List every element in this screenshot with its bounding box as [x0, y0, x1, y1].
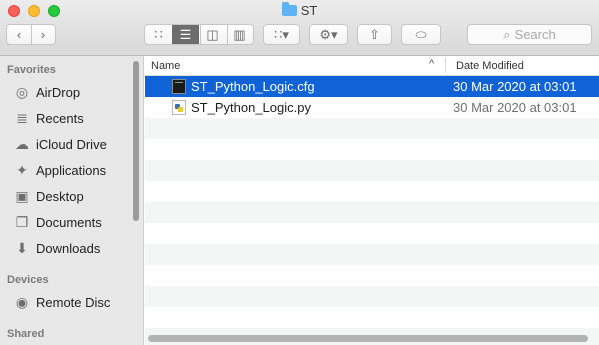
file-rows: ST_Python_Logic.cfg 30 Mar 2020 at 03:01…: [145, 76, 599, 345]
list-view-icon: ☰: [179, 27, 192, 42]
sidebar-heading-devices: Devices: [7, 274, 49, 286]
file-list: Name ^ Date Modified ST_Python_Logic.cfg…: [145, 56, 599, 345]
sidebar-scrollbar[interactable]: [133, 61, 139, 221]
sidebar-item-documents[interactable]: ❐ Documents: [14, 212, 102, 232]
gallery-view-button[interactable]: ▥: [226, 25, 253, 44]
empty-row: [145, 160, 599, 181]
share-icon: ⇧: [369, 27, 380, 42]
search-field[interactable]: ⌕ Search: [467, 24, 592, 45]
forward-button[interactable]: ›: [31, 25, 55, 44]
action-menu-button[interactable]: ⚙▾: [309, 24, 348, 45]
sidebar-item-label: Remote Disc: [36, 295, 111, 310]
empty-row: [145, 202, 599, 223]
desktop-icon: ▣: [15, 188, 29, 204]
sidebar-item-label: Applications: [36, 163, 107, 178]
column-header-name[interactable]: Name: [151, 60, 180, 72]
tag-icon: ⬭: [415, 27, 427, 42]
search-icon: ⌕: [503, 27, 511, 42]
file-name: ST_Python_Logic.py: [191, 100, 311, 115]
empty-row: [145, 244, 599, 265]
title-bar: ST ‹ › ∷ ☰ ◫ ▥ ∷▾ ⚙▾ ⇧ ⬭ ⌕ Search: [0, 0, 599, 56]
sidebar: Favorites ◎ AirDrop ≣ Recents ☁ iCloud Driv…: [0, 56, 144, 345]
file-date-modified: 30 Mar 2020 at 03:01: [453, 79, 577, 94]
window-title: ST: [0, 2, 599, 20]
folder-icon: [281, 2, 297, 16]
column-header: Name ^ Date Modified: [145, 56, 599, 76]
sidebar-item-label: Documents: [36, 215, 102, 230]
icon-view-button[interactable]: ∷: [145, 25, 172, 44]
empty-row: [145, 181, 599, 202]
gallery-view-icon: ▥: [233, 27, 246, 42]
cloud-icon: ☁: [15, 136, 29, 152]
sidebar-item-remote-disc[interactable]: ◉ Remote Disc: [14, 292, 111, 312]
airdrop-icon: ◎: [15, 84, 29, 100]
downloads-icon: ⬇: [16, 240, 28, 256]
sidebar-item-recents[interactable]: ≣ Recents: [14, 108, 84, 128]
sort-ascending-icon: ^: [429, 58, 435, 70]
empty-row: [145, 139, 599, 160]
sidebar-heading-favorites: Favorites: [7, 64, 56, 76]
chevron-right-icon: ›: [40, 27, 46, 42]
search-placeholder: Search: [514, 27, 556, 42]
column-header-date-modified[interactable]: Date Modified: [456, 60, 524, 72]
empty-row: [145, 307, 599, 328]
sidebar-item-label: Downloads: [36, 241, 101, 256]
navigation-buttons: ‹ ›: [6, 24, 56, 45]
empty-row: [145, 265, 599, 286]
file-date-modified: 30 Mar 2020 at 03:01: [453, 100, 577, 115]
tags-button[interactable]: ⬭: [401, 24, 441, 45]
list-view-button[interactable]: ☰: [172, 25, 199, 44]
window-title-text: ST: [300, 3, 318, 18]
icon-view-icon: ∷: [154, 27, 163, 42]
applications-icon: ✦: [16, 162, 28, 178]
file-row[interactable]: ST_Python_Logic.cfg 30 Mar 2020 at 03:01: [145, 76, 599, 97]
sidebar-item-applications[interactable]: ✦ Applications: [14, 160, 106, 180]
sidebar-heading-shared: Shared: [7, 328, 45, 340]
chevron-left-icon: ‹: [16, 27, 22, 42]
sidebar-item-label: AirDrop: [36, 85, 81, 100]
horizontal-scrollbar[interactable]: [148, 335, 588, 342]
sidebar-item-label: Desktop: [36, 189, 84, 204]
recents-icon: ≣: [16, 110, 28, 126]
gear-icon: ⚙▾: [319, 27, 338, 42]
sidebar-item-icloud-drive[interactable]: ☁ iCloud Drive: [14, 134, 107, 154]
column-divider[interactable]: [445, 58, 446, 73]
column-view-button[interactable]: ◫: [199, 25, 226, 44]
group-by-button[interactable]: ∷▾: [263, 24, 300, 45]
python-file-icon: [172, 100, 186, 115]
column-view-icon: ◫: [206, 27, 219, 42]
empty-row: [145, 286, 599, 307]
group-icon: ∷▾: [274, 27, 289, 42]
sidebar-item-airdrop[interactable]: ◎ AirDrop: [14, 82, 80, 102]
disc-icon: ◉: [15, 294, 29, 310]
file-name: ST_Python_Logic.cfg: [191, 79, 315, 94]
share-button[interactable]: ⇧: [357, 24, 392, 45]
empty-row: [145, 223, 599, 244]
sidebar-item-label: iCloud Drive: [36, 137, 107, 152]
sidebar-item-downloads[interactable]: ⬇ Downloads: [14, 238, 100, 258]
sidebar-item-desktop[interactable]: ▣ Desktop: [14, 186, 84, 206]
back-button[interactable]: ‹: [7, 25, 31, 44]
sidebar-item-label: Recents: [36, 111, 84, 126]
documents-icon: ❐: [15, 214, 29, 230]
config-file-icon: [172, 79, 186, 94]
empty-row: [145, 118, 599, 139]
view-mode-selector: ∷ ☰ ◫ ▥: [144, 24, 254, 45]
file-row[interactable]: ST_Python_Logic.py 30 Mar 2020 at 03:01: [145, 97, 599, 118]
